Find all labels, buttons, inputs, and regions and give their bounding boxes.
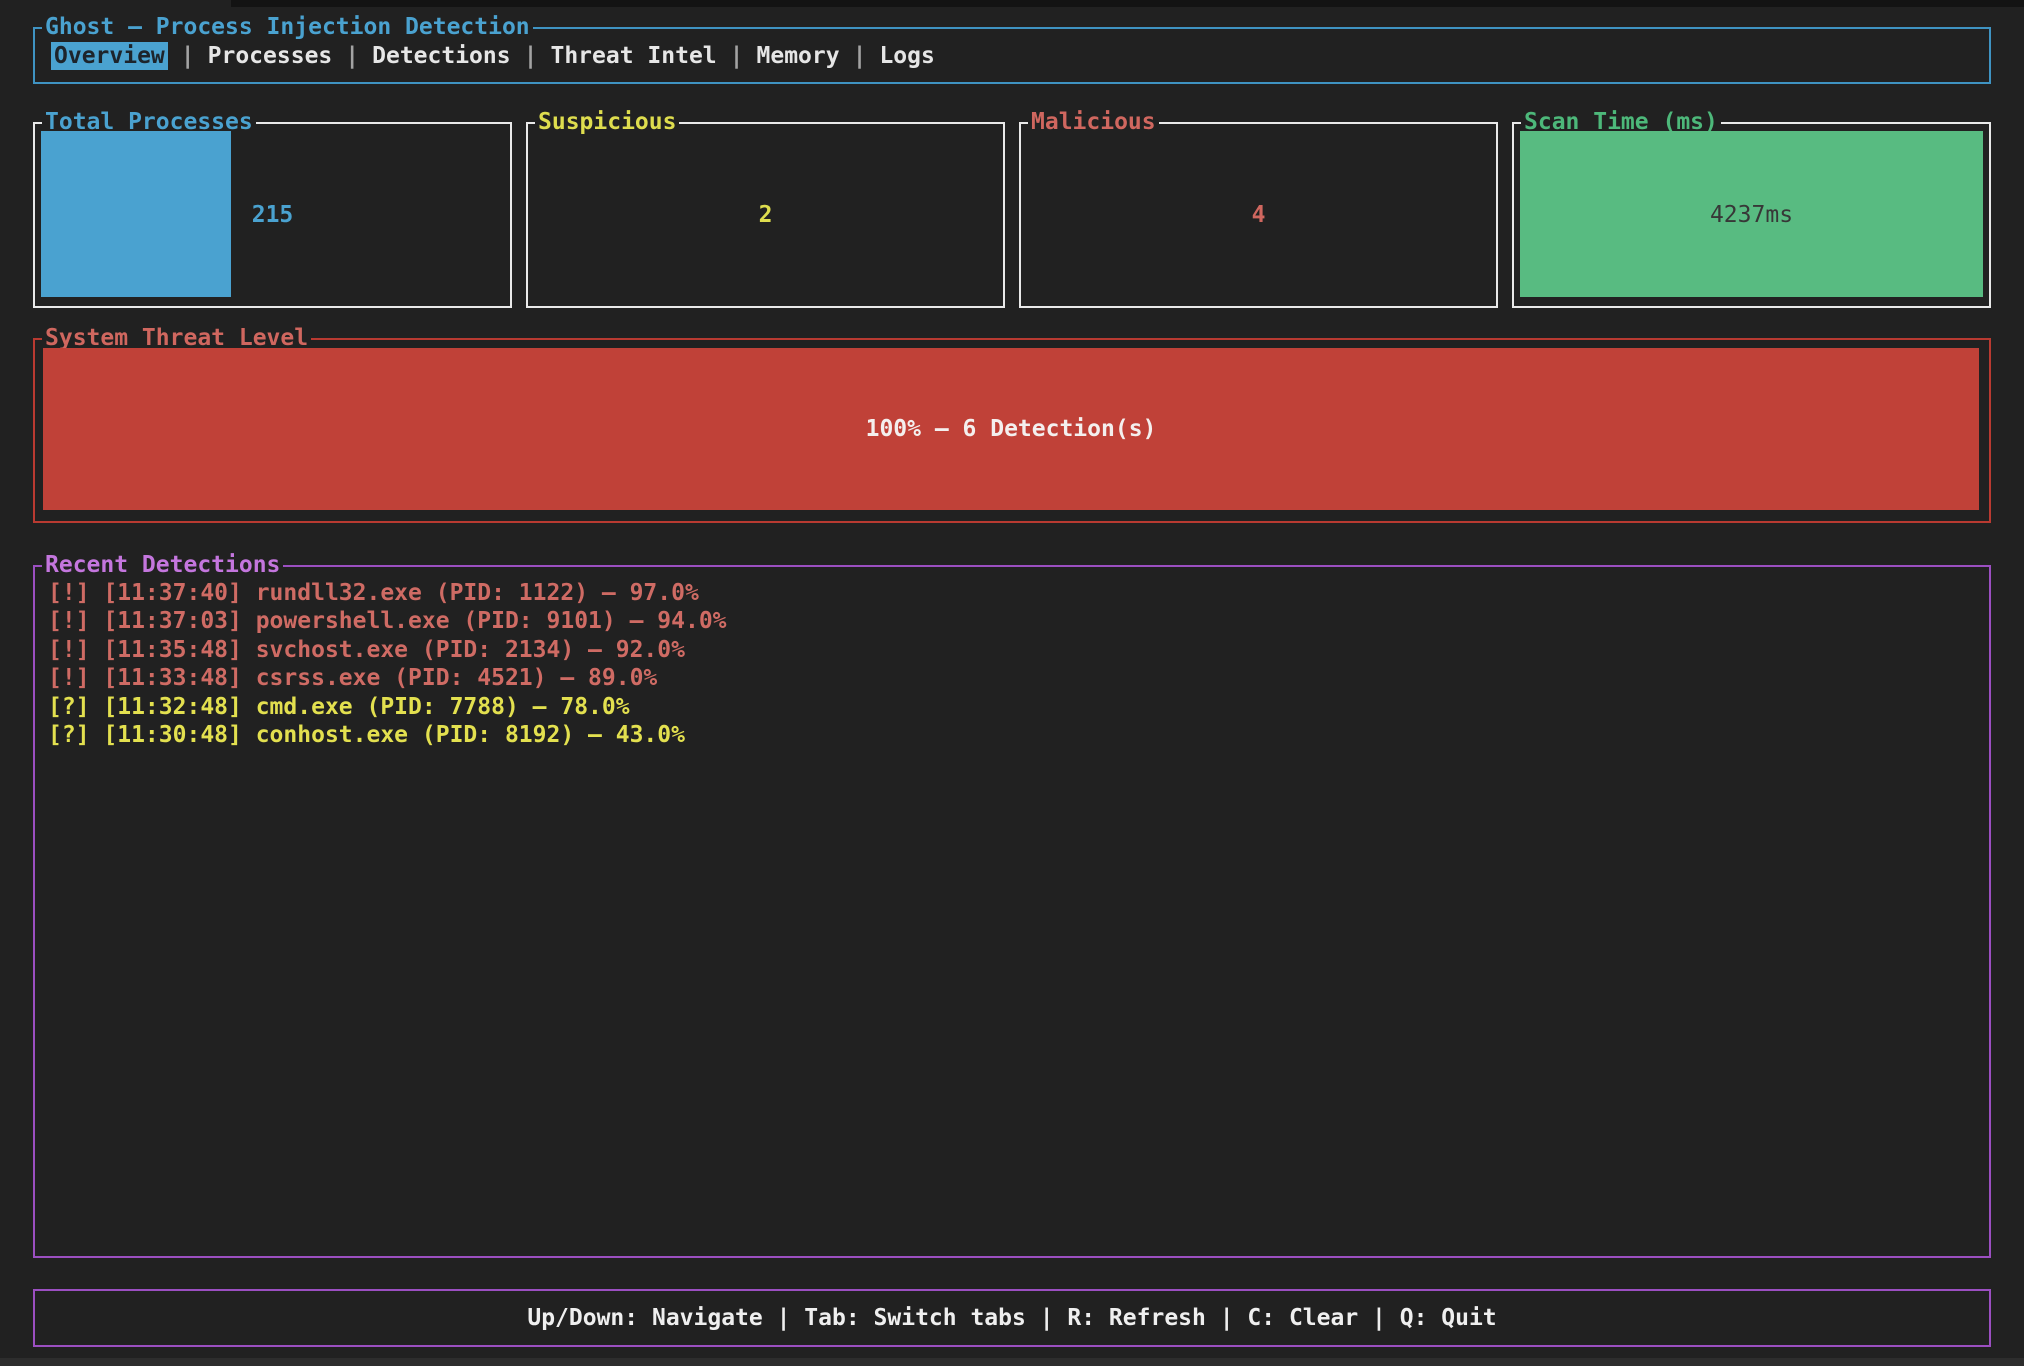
threat-level-panel: System Threat Level 100% — 6 Detection(s… bbox=[33, 338, 1991, 523]
threat-gauge-fill: 100% — 6 Detection(s) bbox=[43, 348, 1979, 510]
stat-card-scan-time: Scan Time (ms)4237ms bbox=[1512, 122, 1991, 308]
window-bottom-edge bbox=[0, 1358, 2024, 1366]
tab-bar: Overview | Processes | Detections | Threat Int… bbox=[51, 43, 935, 69]
detection-row[interactable]: [?] [11:30:48] conhost.exe (PID: 8192) —… bbox=[48, 721, 1979, 749]
detection-row[interactable]: [!] [11:35:48] svchost.exe (PID: 2134) —… bbox=[48, 636, 1979, 664]
tab-processes[interactable]: Processes bbox=[208, 43, 333, 69]
recent-detections-title: Recent Detections bbox=[42, 552, 283, 578]
tab-separator: | bbox=[345, 43, 359, 69]
tab-separator: | bbox=[524, 43, 538, 69]
tab-separator: | bbox=[181, 43, 195, 69]
tab-separator: | bbox=[853, 43, 867, 69]
detection-row[interactable]: [!] [11:37:40] rundll32.exe (PID: 1122) … bbox=[48, 579, 1979, 607]
tab-memory[interactable]: Memory bbox=[757, 43, 840, 69]
footer-shortcuts: Up/Down: Navigate | Tab: Switch tabs | R… bbox=[35, 1291, 1989, 1345]
stat-value: 2 bbox=[528, 124, 1003, 306]
detections-list: [!] [11:37:40] rundll32.exe (PID: 1122) … bbox=[48, 579, 1979, 1248]
tab-detections[interactable]: Detections bbox=[372, 43, 510, 69]
stat-card-malicious: Malicious4 bbox=[1019, 122, 1498, 308]
app-title: Ghost — Process Injection Detection bbox=[42, 14, 533, 40]
stat-card-suspicious: Suspicious2 bbox=[526, 122, 1005, 308]
threat-gauge: 100% — 6 Detection(s) bbox=[43, 348, 1979, 510]
stats-row: Total Processes215Suspicious2Malicious4S… bbox=[33, 122, 1991, 308]
window-top-edge bbox=[231, 0, 2024, 7]
detection-row[interactable]: [?] [11:32:48] cmd.exe (PID: 7788) — 78.… bbox=[48, 693, 1979, 721]
detection-row[interactable]: [!] [11:33:48] csrss.exe (PID: 4521) — 8… bbox=[48, 664, 1979, 692]
stat-value: 215 bbox=[35, 124, 510, 306]
stat-value: 4 bbox=[1021, 124, 1496, 306]
app-window-frame: Ghost — Process Injection Detection Over… bbox=[33, 27, 1991, 84]
tab-separator: | bbox=[730, 43, 744, 69]
tab-overview[interactable]: Overview bbox=[51, 42, 168, 70]
tab-logs[interactable]: Logs bbox=[879, 43, 934, 69]
detection-row[interactable]: [!] [11:37:03] powershell.exe (PID: 9101… bbox=[48, 607, 1979, 635]
recent-detections-panel: Recent Detections [!] [11:37:40] rundll3… bbox=[33, 565, 1991, 1258]
stat-card-total-processes: Total Processes215 bbox=[33, 122, 512, 308]
terminal-screen: Ghost — Process Injection Detection Over… bbox=[0, 0, 2024, 1366]
footer-help-panel: Up/Down: Navigate | Tab: Switch tabs | R… bbox=[33, 1289, 1991, 1347]
tab-threat-intel[interactable]: Threat Intel bbox=[550, 43, 716, 69]
stat-value: 4237ms bbox=[1514, 124, 1989, 306]
threat-gauge-label: 100% — 6 Detection(s) bbox=[866, 416, 1157, 442]
